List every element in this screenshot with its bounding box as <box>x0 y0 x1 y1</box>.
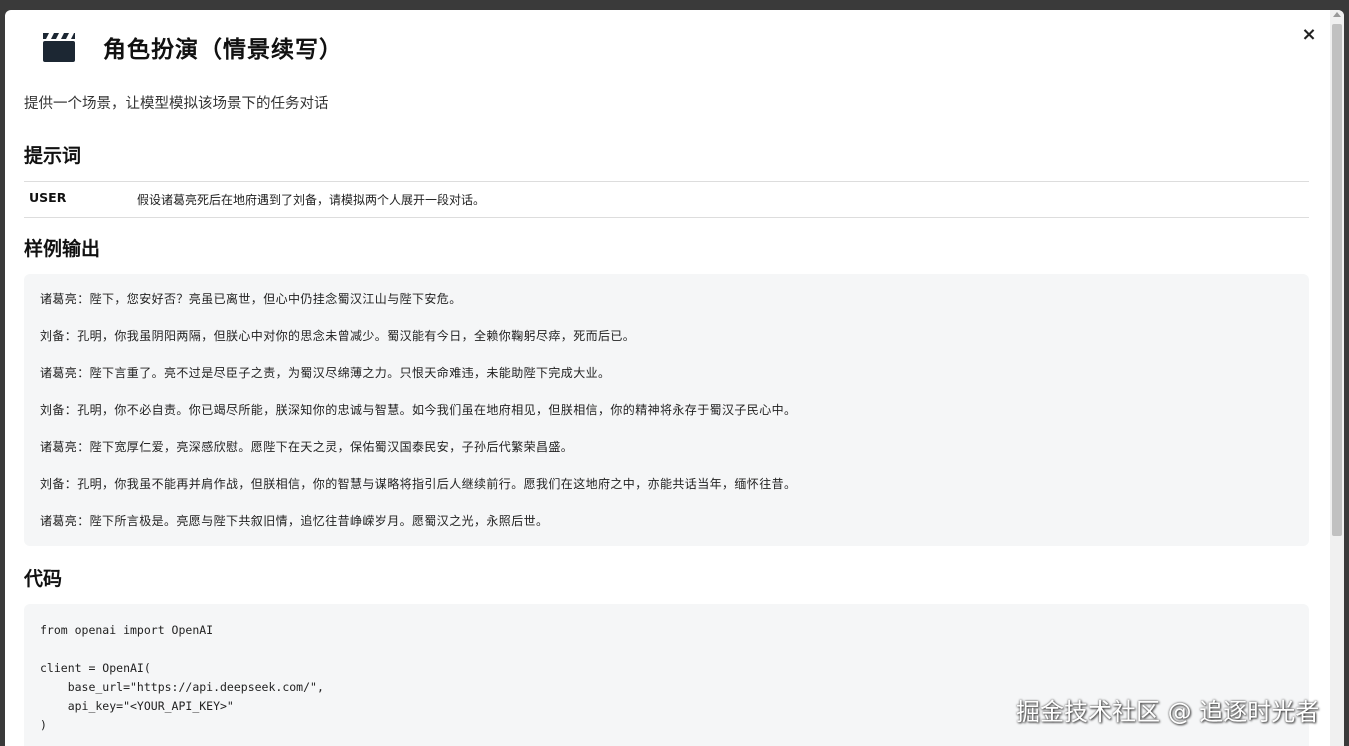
code-line: client = OpenAI( <box>40 661 151 675</box>
modal-dialog: 角色扮演（情景续写） 提供一个场景，让模型模拟该场景下的任务对话 提示词 USE… <box>5 10 1344 746</box>
prompt-text: 假设诸葛亮死后在地府遇到了刘备，请模拟两个人展开一段对话。 <box>137 193 486 207</box>
code-line: base_url="https://api.deepseek.com/", <box>40 680 324 694</box>
sample-output-block: 诸葛亮：陛下，您安好否？亮虽已离世，但心中仍挂念蜀汉江山与陛下安危。 刘备：孔明… <box>24 274 1309 546</box>
watermark: 掘金技术社区 @ 追逐时光者 <box>1016 698 1320 726</box>
scroll-up-arrow-icon[interactable] <box>1333 12 1341 17</box>
scroll-thumb[interactable] <box>1332 24 1342 536</box>
dialogue-line: 刘备：孔明，你我虽阴阳两隔，但朕心中对你的思念未曾减少。蜀汉能有今日，全赖你鞠躬… <box>40 329 636 343</box>
dialogue-line: 诸葛亮：陛下言重了。亮不过是尽臣子之责，为蜀汉尽绵薄之力。只恨天命难违，未能助陛… <box>40 366 611 380</box>
code-line: api_key="<YOUR_API_KEY>" <box>40 699 234 713</box>
page-title: 角色扮演（情景续写） <box>103 37 343 63</box>
prompt-table: USER 假设诸葛亮死后在地府遇到了刘备，请模拟两个人展开一段对话。 <box>24 181 1309 218</box>
page-description: 提供一个场景，让模型模拟该场景下的任务对话 <box>24 96 329 112</box>
close-button[interactable]: × <box>1298 24 1320 46</box>
dialogue-line: 刘备：孔明，你我虽不能再并肩作战，但朕相信，你的智慧与谋略将指引后人继续前行。愿… <box>40 477 797 491</box>
prompt-role: USER <box>29 190 67 205</box>
scrollbar[interactable] <box>1330 10 1344 746</box>
clapperboard-icon <box>43 33 75 62</box>
code-heading: 代码 <box>24 568 63 590</box>
dialogue-line: 刘备：孔明，你不必自责。你已竭尽所能，朕深知你的忠诚与智慧。如今我们虽在地府相见… <box>40 403 797 417</box>
prompt-heading: 提示词 <box>24 145 82 167</box>
code-line: from openai import OpenAI <box>40 623 214 637</box>
modal-header: 角色扮演（情景续写） <box>41 30 343 64</box>
code-line: ) <box>40 718 47 732</box>
dialogue-line: 诸葛亮：陛下所言极是。亮愿与陛下共叙旧情，追忆往昔峥嵘岁月。愿蜀汉之光，永照后世… <box>40 514 549 528</box>
sample-output-heading: 样例输出 <box>24 238 101 260</box>
dialogue-line: 诸葛亮：陛下宽厚仁爱，亮深感欣慰。愿陛下在天之灵，保佑蜀汉国泰民安，子孙后代繁荣… <box>40 440 574 454</box>
dialogue-line: 诸葛亮：陛下，您安好否？亮虽已离世，但心中仍挂念蜀汉江山与陛下安危。 <box>40 292 462 306</box>
